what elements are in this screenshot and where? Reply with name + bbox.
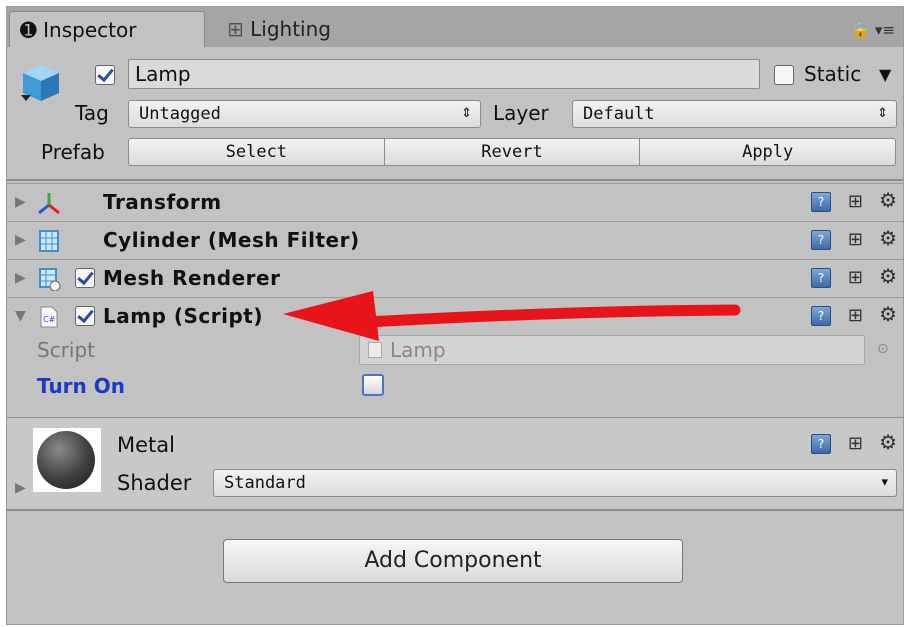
csharp-script-icon: C# [40, 306, 58, 328]
foldout-arrow-icon[interactable]: ▶ [15, 270, 26, 286]
material-preview[interactable] [33, 428, 101, 492]
component-title: Cylinder (Mesh Filter) [103, 228, 360, 252]
active-checkbox[interactable] [95, 65, 115, 85]
component-transform[interactable]: ▶ Transform ? ⊞ ⚙ [7, 183, 903, 221]
component-title: Mesh Renderer [103, 266, 281, 290]
script-reference-field: Lamp [359, 335, 865, 365]
tab-inspector[interactable]: ➊ Inspector [9, 11, 205, 47]
script-value: Lamp [390, 338, 446, 362]
preset-sliders-icon[interactable]: ⊞ [848, 432, 863, 456]
mesh-renderer-icon [39, 268, 61, 291]
preset-sliders-icon[interactable]: ⊞ [848, 304, 863, 328]
gear-icon[interactable]: ⚙ [879, 264, 897, 288]
inspector-panel: ➊ Inspector ⊞ Lighting 🔒 ▾≡ Lamp Static … [6, 6, 904, 625]
static-label: Static [804, 62, 862, 86]
svg-text:C#: C# [43, 315, 56, 324]
help-icon[interactable]: ? [811, 306, 831, 326]
tag-value: Untagged [139, 104, 221, 124]
static-checkbox[interactable] [774, 65, 794, 85]
gameobject-cube-icon [21, 65, 59, 101]
object-name-field[interactable]: Lamp [128, 59, 760, 89]
shader-dropdown[interactable]: Standard ▾ [213, 469, 897, 497]
menu-icon[interactable]: ▾≡ [875, 21, 895, 39]
tab-bar: ➊ Inspector ⊞ Lighting 🔒 ▾≡ [7, 7, 903, 47]
tag-label: Tag [75, 101, 109, 125]
gear-icon[interactable]: ⚙ [879, 430, 897, 454]
layer-dropdown[interactable]: Default ⇕ [572, 100, 897, 128]
prefab-revert-button[interactable]: Revert [385, 139, 641, 165]
prefab-label: Prefab [41, 140, 105, 164]
help-icon[interactable]: ? [811, 230, 831, 250]
lock-icon[interactable]: 🔒 [851, 21, 870, 39]
prefab-apply-button[interactable]: Apply [640, 139, 895, 165]
turn-on-label: Turn On [37, 374, 125, 398]
shader-label: Shader [117, 471, 192, 495]
component-lamp-script[interactable]: ▼ C# Lamp (Script) ? ⊞ ⚙ [7, 297, 903, 335]
foldout-arrow-icon[interactable]: ▶ [15, 232, 26, 248]
preset-sliders-icon[interactable]: ⊞ [848, 266, 863, 290]
component-mesh-filter[interactable]: ▶ Cylinder (Mesh Filter) ? ⊞ ⚙ [7, 221, 903, 259]
material-divider [7, 509, 903, 511]
prefab-select-button[interactable]: Select [129, 139, 385, 165]
help-icon[interactable]: ? [811, 268, 831, 288]
transform-axes-icon [38, 193, 60, 215]
help-icon[interactable]: ? [811, 192, 831, 212]
add-component-button[interactable]: Add Component [223, 539, 683, 583]
tab-options: 🔒 ▾≡ [851, 21, 895, 39]
gear-icon[interactable]: ⚙ [879, 188, 897, 212]
material-section: ▶ Metal ? ⊞ ⚙ Shader Standard ▾ [7, 417, 903, 507]
help-icon[interactable]: ? [811, 434, 831, 454]
turn-on-checkbox[interactable] [362, 374, 384, 396]
component-title: Lamp (Script) [103, 304, 263, 328]
layer-value: Default [583, 104, 655, 124]
lamp-script-enabled-checkbox[interactable] [75, 306, 95, 326]
material-sphere-preview [37, 431, 95, 489]
tab-lighting[interactable]: ⊞ Lighting [217, 11, 417, 47]
shader-value: Standard [224, 473, 306, 493]
dropdown-arrow-icon: ▾ [881, 475, 888, 490]
foldout-arrow-icon[interactable]: ▶ [15, 480, 26, 496]
tab-lighting-label: Lighting [250, 17, 331, 41]
component-title: Transform [103, 190, 222, 214]
component-mesh-renderer[interactable]: ▶ Mesh Renderer ? ⊞ ⚙ [7, 259, 903, 297]
mesh-filter-icon [39, 230, 59, 252]
material-name: Metal [117, 433, 175, 457]
script-label: Script [37, 338, 96, 362]
gear-icon[interactable]: ⚙ [879, 226, 897, 250]
layer-label: Layer [493, 101, 549, 125]
lighting-sliders-icon: ⊞ [227, 17, 244, 41]
preset-sliders-icon[interactable]: ⊞ [848, 190, 863, 214]
updown-arrows-icon: ⇕ [877, 106, 888, 121]
tag-dropdown[interactable]: Untagged ⇕ [128, 100, 481, 128]
gear-icon[interactable]: ⚙ [879, 302, 897, 326]
foldout-expanded-arrow-icon[interactable]: ▼ [15, 308, 26, 324]
object-picker-icon[interactable]: ⊙ [877, 341, 889, 357]
prefab-buttons: Select Revert Apply [128, 138, 896, 166]
tab-inspector-label: Inspector [43, 18, 137, 42]
mesh-renderer-enabled-checkbox[interactable] [75, 268, 95, 288]
info-icon: ➊ [20, 18, 37, 42]
static-dropdown-arrow-icon[interactable]: ▼ [879, 63, 891, 87]
foldout-arrow-icon[interactable]: ▶ [15, 194, 26, 210]
header-divider [7, 179, 903, 181]
script-file-icon [368, 342, 382, 358]
preset-sliders-icon[interactable]: ⊞ [848, 228, 863, 252]
updown-arrows-icon: ⇕ [461, 106, 472, 121]
